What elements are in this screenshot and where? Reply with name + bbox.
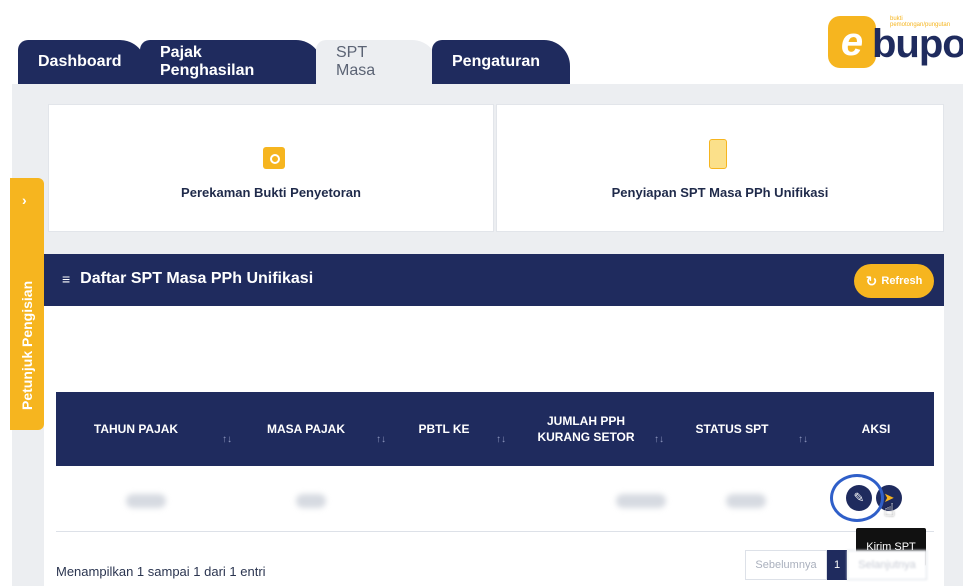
- side-tab-label: Petunjuk Pengisian: [19, 280, 35, 410]
- pagination-page-1[interactable]: 1: [827, 550, 847, 580]
- column-header-label: MASA PAJAK: [266, 422, 345, 436]
- logo-text: bupot: [872, 22, 963, 66]
- highlight-circle: [830, 474, 884, 522]
- pagination: Sebelumnya 1 Selanjutnya: [745, 550, 927, 580]
- tab-pajak-penghasilan[interactable]: Pajak Penghasilan: [140, 40, 322, 84]
- redacted-cell: [126, 494, 166, 508]
- panel-title: ≡ Daftar SPT Masa PPh Unifikasi: [62, 270, 313, 288]
- refresh-label: Refresh: [881, 275, 923, 287]
- column-header-jumlah-pph[interactable]: JUMLAH PPH KURANG SETOR: [516, 392, 656, 466]
- column-header-label: AKSI: [861, 422, 891, 436]
- column-header-label: TAHUN PAJAK: [93, 422, 179, 436]
- sort-icon[interactable]: ↑↓: [222, 434, 232, 445]
- panel-header: ≡ Daftar SPT Masa PPh Unifikasi ↻ Refres…: [44, 254, 944, 306]
- column-header-tahun-pajak[interactable]: TAHUN PAJAK: [76, 392, 196, 466]
- main-tabs: Dashboard Pajak Penghasilan SPT Masa Pen…: [18, 40, 570, 84]
- table-row: [56, 466, 934, 532]
- tab-pengaturan[interactable]: Pengaturan: [432, 40, 570, 84]
- camera-icon: [263, 147, 285, 169]
- column-header-aksi: AKSI: [826, 392, 926, 466]
- document-icon: [709, 139, 727, 169]
- pagination-next[interactable]: Selanjutnya: [847, 550, 927, 580]
- refresh-icon: ↻: [865, 272, 878, 289]
- card-label: Penyiapan SPT Masa PPh Unifikasi: [611, 185, 829, 200]
- sort-icon[interactable]: ↑↓: [376, 434, 386, 445]
- top-bar: Dashboard Pajak Penghasilan SPT Masa Pen…: [0, 0, 963, 84]
- logo-letter: e: [828, 16, 876, 68]
- sort-icon[interactable]: ↑↓: [496, 434, 506, 445]
- card-label: Perekaman Bukti Penyetoran: [181, 185, 361, 200]
- sort-icon[interactable]: ↑↓: [798, 434, 808, 445]
- ebupot-logo: e bukti pemotongan/pungutan bupot: [826, 8, 963, 72]
- petunjuk-pengisian-tab[interactable]: › Petunjuk Pengisian: [10, 178, 44, 430]
- column-header-status-spt[interactable]: STATUS SPT: [672, 392, 792, 466]
- column-header-label: STATUS SPT: [695, 422, 769, 436]
- sort-icon[interactable]: ↑↓: [654, 434, 664, 445]
- card-perekaman-bukti[interactable]: Perekaman Bukti Penyetoran: [48, 104, 494, 232]
- table-header: TAHUN PAJAK ↑↓ MASA PAJAK ↑↓ PBTL KE ↑↓ …: [56, 392, 934, 466]
- pagination-previous[interactable]: Sebelumnya: [745, 550, 827, 580]
- column-header-label: JUMLAH PPH KURANG SETOR: [537, 414, 635, 444]
- list-icon: ≡: [62, 271, 71, 287]
- chevron-right-icon: ›: [22, 192, 27, 208]
- tab-dashboard[interactable]: Dashboard: [18, 40, 146, 84]
- card-penyiapan-spt[interactable]: Penyiapan SPT Masa PPh Unifikasi: [496, 104, 944, 232]
- pagination-info: Menampilkan 1 sampai 1 dari 1 entri: [56, 564, 266, 579]
- redacted-cell: [296, 494, 326, 508]
- column-header-label: PBTL KE: [418, 422, 470, 436]
- tab-spt-masa[interactable]: SPT Masa: [316, 40, 438, 84]
- pointer-cursor-icon: ☝: [884, 500, 895, 520]
- redacted-cell: [726, 494, 766, 508]
- refresh-button[interactable]: ↻ Refresh: [854, 264, 934, 298]
- redacted-cell: [616, 494, 666, 508]
- column-header-pbtl-ke[interactable]: PBTL KE: [394, 392, 494, 466]
- column-header-masa-pajak[interactable]: MASA PAJAK: [246, 392, 366, 466]
- panel-title-text: Daftar SPT Masa PPh Unifikasi: [80, 270, 314, 287]
